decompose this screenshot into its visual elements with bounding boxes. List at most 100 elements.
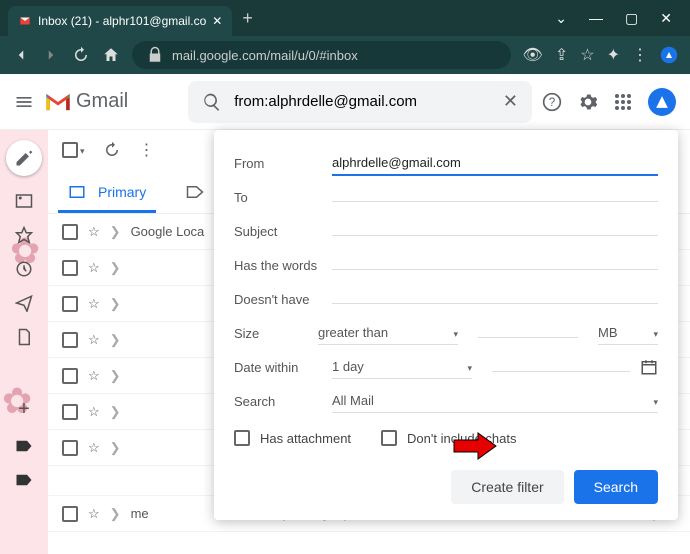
star-outline-icon[interactable]: ☆ bbox=[88, 224, 100, 240]
search-button[interactable]: Search bbox=[574, 470, 658, 504]
sent-icon[interactable] bbox=[15, 294, 33, 312]
filter-nothave-label: Doesn't have bbox=[234, 292, 332, 307]
share-icon[interactable]: ⇪ bbox=[555, 45, 568, 65]
more-icon[interactable]: ⋮ bbox=[139, 140, 155, 160]
lock-icon bbox=[146, 46, 164, 64]
create-filter-button[interactable]: Create filter bbox=[451, 470, 563, 504]
search-filter-panel: From alphrdelle@gmail.com To Subject Has… bbox=[214, 130, 678, 520]
filter-date-range[interactable]: 1 day bbox=[332, 355, 472, 379]
maximize-icon[interactable]: ▢ bbox=[625, 10, 638, 27]
row-checkbox[interactable] bbox=[62, 260, 78, 276]
filter-date-label: Date within bbox=[234, 360, 332, 375]
row-checkbox[interactable] bbox=[62, 224, 78, 240]
filter-search-label: Search bbox=[234, 394, 332, 409]
important-icon[interactable]: ❯ bbox=[110, 404, 121, 420]
row-checkbox[interactable] bbox=[62, 440, 78, 456]
gmail-logo-icon bbox=[44, 91, 72, 113]
left-sidebar: + bbox=[0, 130, 48, 554]
filter-subject-input[interactable] bbox=[332, 227, 658, 236]
star-outline-icon[interactable]: ☆ bbox=[88, 260, 100, 276]
browser-tab[interactable]: Inbox (21) - alphr101@gmail.co ✕ bbox=[8, 6, 232, 36]
back-icon[interactable] bbox=[12, 46, 30, 64]
filter-search-scope[interactable]: All Mail bbox=[332, 389, 658, 413]
url-input[interactable]: mail.google.com/mail/u/0/#inbox bbox=[132, 41, 511, 69]
star-outline-icon[interactable]: ☆ bbox=[88, 506, 100, 522]
hamburger-menu-icon[interactable] bbox=[14, 92, 34, 112]
apps-grid-icon[interactable] bbox=[614, 93, 632, 111]
filter-size-label: Size bbox=[234, 326, 318, 341]
filter-nothave-input[interactable] bbox=[332, 295, 658, 304]
tab-title: Inbox (21) - alphr101@gmail.co bbox=[38, 14, 206, 28]
annotation-arrow bbox=[452, 431, 498, 461]
tab-close-icon[interactable]: ✕ bbox=[212, 14, 222, 28]
star-outline-icon[interactable]: ☆ bbox=[88, 296, 100, 312]
clear-search-icon[interactable]: ✕ bbox=[503, 91, 518, 112]
row-checkbox[interactable] bbox=[62, 404, 78, 420]
minimize-icon[interactable]: — bbox=[589, 10, 603, 27]
filter-haswords-input[interactable] bbox=[332, 261, 658, 270]
filter-to-label: To bbox=[234, 190, 332, 205]
important-icon[interactable]: ❯ bbox=[110, 332, 121, 348]
search-box[interactable]: ✕ bbox=[188, 81, 532, 123]
label-icon-2[interactable] bbox=[15, 471, 33, 489]
starred-icon[interactable] bbox=[15, 226, 33, 244]
label-icon[interactable] bbox=[15, 437, 33, 455]
search-input[interactable] bbox=[234, 93, 491, 110]
menu-dots-icon[interactable]: ⋮ bbox=[632, 45, 648, 65]
eye-icon[interactable]: 👁 bbox=[523, 45, 543, 65]
star-outline-icon[interactable]: ☆ bbox=[88, 440, 100, 456]
star-icon[interactable]: ☆ bbox=[580, 45, 594, 65]
caret-icon bbox=[80, 141, 85, 159]
extensions-icon[interactable]: ✦ bbox=[607, 45, 620, 65]
important-icon[interactable]: ❯ bbox=[110, 296, 121, 312]
important-icon[interactable]: ❯ bbox=[110, 440, 121, 456]
account-icon[interactable] bbox=[648, 88, 676, 116]
has-attachment-checkbox[interactable]: Has attachment bbox=[234, 430, 351, 446]
expand-icon[interactable]: + bbox=[18, 398, 30, 421]
filter-date-value[interactable] bbox=[492, 363, 630, 372]
filter-to-input[interactable] bbox=[332, 193, 658, 202]
home-icon[interactable] bbox=[102, 46, 120, 64]
inbox-icon[interactable] bbox=[15, 192, 33, 210]
row-checkbox[interactable] bbox=[62, 332, 78, 348]
svg-text:?: ? bbox=[549, 96, 556, 109]
filter-size-unit[interactable]: MB bbox=[598, 321, 658, 345]
filter-haswords-label: Has the words bbox=[234, 258, 332, 273]
gmail-favicon bbox=[18, 14, 32, 28]
reload-icon[interactable] bbox=[72, 46, 90, 64]
tag-icon bbox=[186, 183, 204, 201]
refresh-icon[interactable] bbox=[103, 141, 121, 159]
url-text: mail.google.com/mail/u/0/#inbox bbox=[172, 48, 358, 63]
star-outline-icon[interactable]: ☆ bbox=[88, 368, 100, 384]
select-all[interactable] bbox=[62, 141, 85, 159]
tab-primary[interactable]: Primary bbox=[48, 170, 166, 213]
row-checkbox[interactable] bbox=[62, 296, 78, 312]
pencil-icon bbox=[14, 148, 34, 168]
important-icon[interactable]: ❯ bbox=[110, 260, 121, 276]
help-icon[interactable]: ? bbox=[542, 92, 562, 112]
inbox-tab-icon bbox=[68, 183, 86, 201]
close-window-icon[interactable]: ✕ bbox=[660, 10, 672, 27]
row-checkbox[interactable] bbox=[62, 506, 78, 522]
important-icon[interactable]: ❯ bbox=[110, 368, 121, 384]
filter-size-operator[interactable]: greater than bbox=[318, 321, 458, 345]
gmail-logo[interactable]: Gmail bbox=[44, 90, 128, 113]
star-outline-icon[interactable]: ☆ bbox=[88, 332, 100, 348]
row-checkbox[interactable] bbox=[62, 368, 78, 384]
compose-button[interactable] bbox=[6, 140, 42, 176]
new-tab-button[interactable]: + bbox=[242, 8, 253, 29]
star-outline-icon[interactable]: ☆ bbox=[88, 404, 100, 420]
filter-from-input[interactable]: alphrdelle@gmail.com bbox=[332, 151, 658, 176]
gmail-header: Gmail ✕ ? bbox=[0, 74, 690, 130]
chevron-down-icon[interactable]: ⌄ bbox=[555, 10, 567, 27]
calendar-icon[interactable] bbox=[640, 358, 658, 376]
forward-icon[interactable] bbox=[42, 46, 60, 64]
filter-size-value[interactable] bbox=[478, 329, 578, 338]
important-icon[interactable]: ❯ bbox=[110, 506, 121, 522]
settings-icon[interactable] bbox=[578, 92, 598, 112]
snoozed-icon[interactable] bbox=[15, 260, 33, 278]
profile-icon[interactable] bbox=[660, 46, 678, 64]
important-icon[interactable]: ❯ bbox=[110, 224, 121, 240]
drafts-icon[interactable] bbox=[15, 328, 33, 346]
gmail-logo-text: Gmail bbox=[76, 90, 128, 113]
